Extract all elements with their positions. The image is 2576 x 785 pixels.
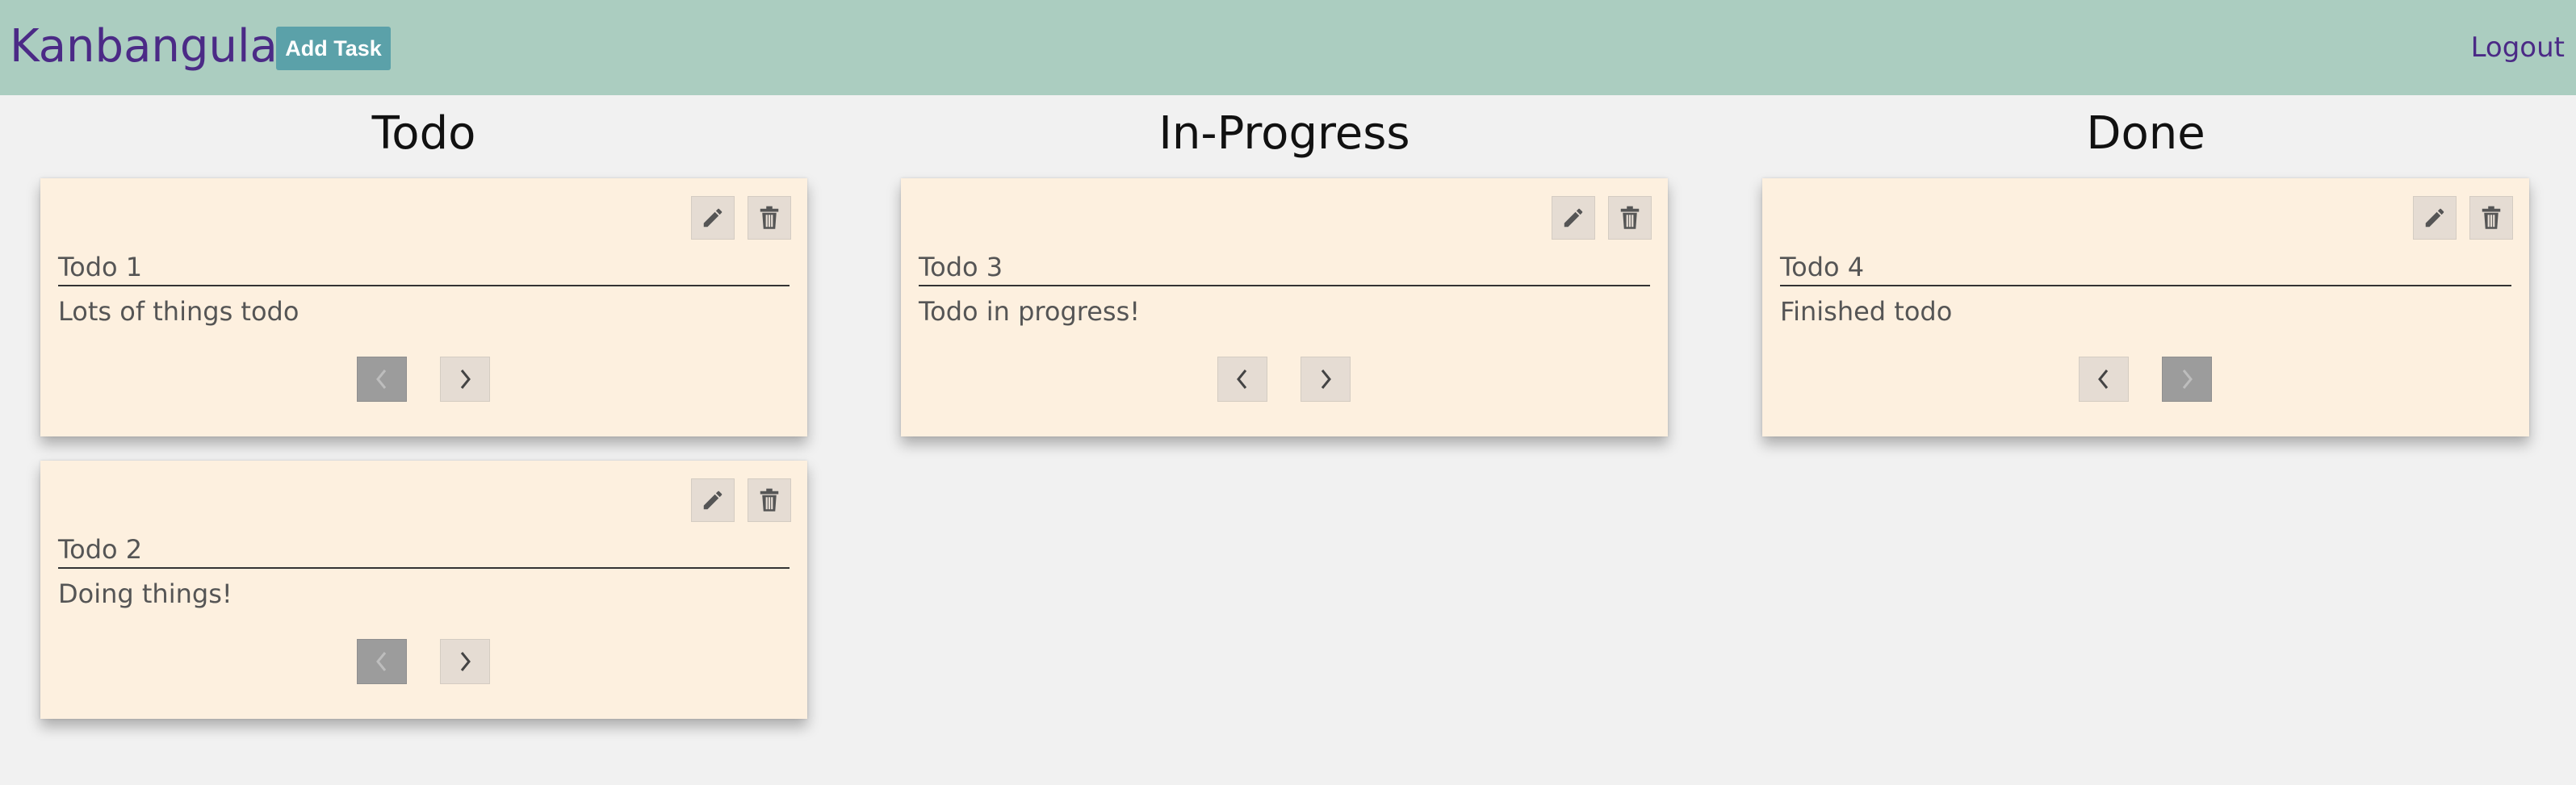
task-title[interactable]: Todo 3 <box>919 249 1650 286</box>
trash-icon <box>759 206 780 230</box>
chevron-left-icon <box>372 367 392 391</box>
delete-button[interactable] <box>1608 196 1652 240</box>
trash-icon <box>2481 206 2502 230</box>
chevron-right-icon <box>1316 367 1335 391</box>
chevron-left-icon <box>372 649 392 674</box>
add-task-button[interactable]: Add Task <box>276 27 391 70</box>
pencil-icon <box>701 488 725 512</box>
task-card: Todo 4 Finished todo <box>1762 178 2529 436</box>
edit-button[interactable] <box>2413 196 2457 240</box>
column-title-done: Done <box>2086 107 2205 160</box>
logout-link[interactable]: Logout <box>2471 29 2565 66</box>
chevron-right-icon <box>455 649 475 674</box>
move-right-button[interactable] <box>440 639 490 684</box>
task-title[interactable]: Todo 4 <box>1780 249 2511 286</box>
task-description: Doing things! <box>58 578 232 609</box>
trash-icon <box>759 488 780 512</box>
pencil-icon <box>1561 206 1585 230</box>
delete-button[interactable] <box>748 196 791 240</box>
edit-button[interactable] <box>1552 196 1595 240</box>
task-card: Todo 2 Doing things! <box>40 461 807 719</box>
column-title-todo: Todo <box>371 107 476 160</box>
chevron-right-icon <box>455 367 475 391</box>
top-navbar: Kanbangular Add Task Logout <box>0 0 2576 95</box>
delete-button[interactable] <box>2469 196 2513 240</box>
move-left-button <box>357 639 407 684</box>
move-left-button[interactable] <box>2079 357 2129 402</box>
chevron-right-icon <box>2177 367 2197 391</box>
chevron-left-icon <box>2094 367 2113 391</box>
app-brand[interactable]: Kanbangular <box>10 18 296 76</box>
move-right-button[interactable] <box>1301 357 1351 402</box>
move-right-button <box>2162 357 2212 402</box>
chevron-left-icon <box>1233 367 1252 391</box>
column-title-in-progress: In-Progress <box>1158 107 1410 160</box>
task-card: Todo 1 Lots of things todo <box>40 178 807 436</box>
trash-icon <box>1619 206 1640 230</box>
pencil-icon <box>2423 206 2447 230</box>
move-left-button[interactable] <box>1217 357 1267 402</box>
task-card: Todo 3 Todo in progress! <box>901 178 1668 436</box>
edit-button[interactable] <box>691 196 735 240</box>
task-title[interactable]: Todo 2 <box>58 532 790 569</box>
move-right-button[interactable] <box>440 357 490 402</box>
move-left-button <box>357 357 407 402</box>
delete-button[interactable] <box>748 478 791 522</box>
task-description: Todo in progress! <box>919 296 1141 327</box>
task-description: Finished todo <box>1780 296 1953 327</box>
edit-button[interactable] <box>691 478 735 522</box>
task-description: Lots of things todo <box>58 296 299 327</box>
task-title[interactable]: Todo 1 <box>58 249 790 286</box>
pencil-icon <box>701 206 725 230</box>
